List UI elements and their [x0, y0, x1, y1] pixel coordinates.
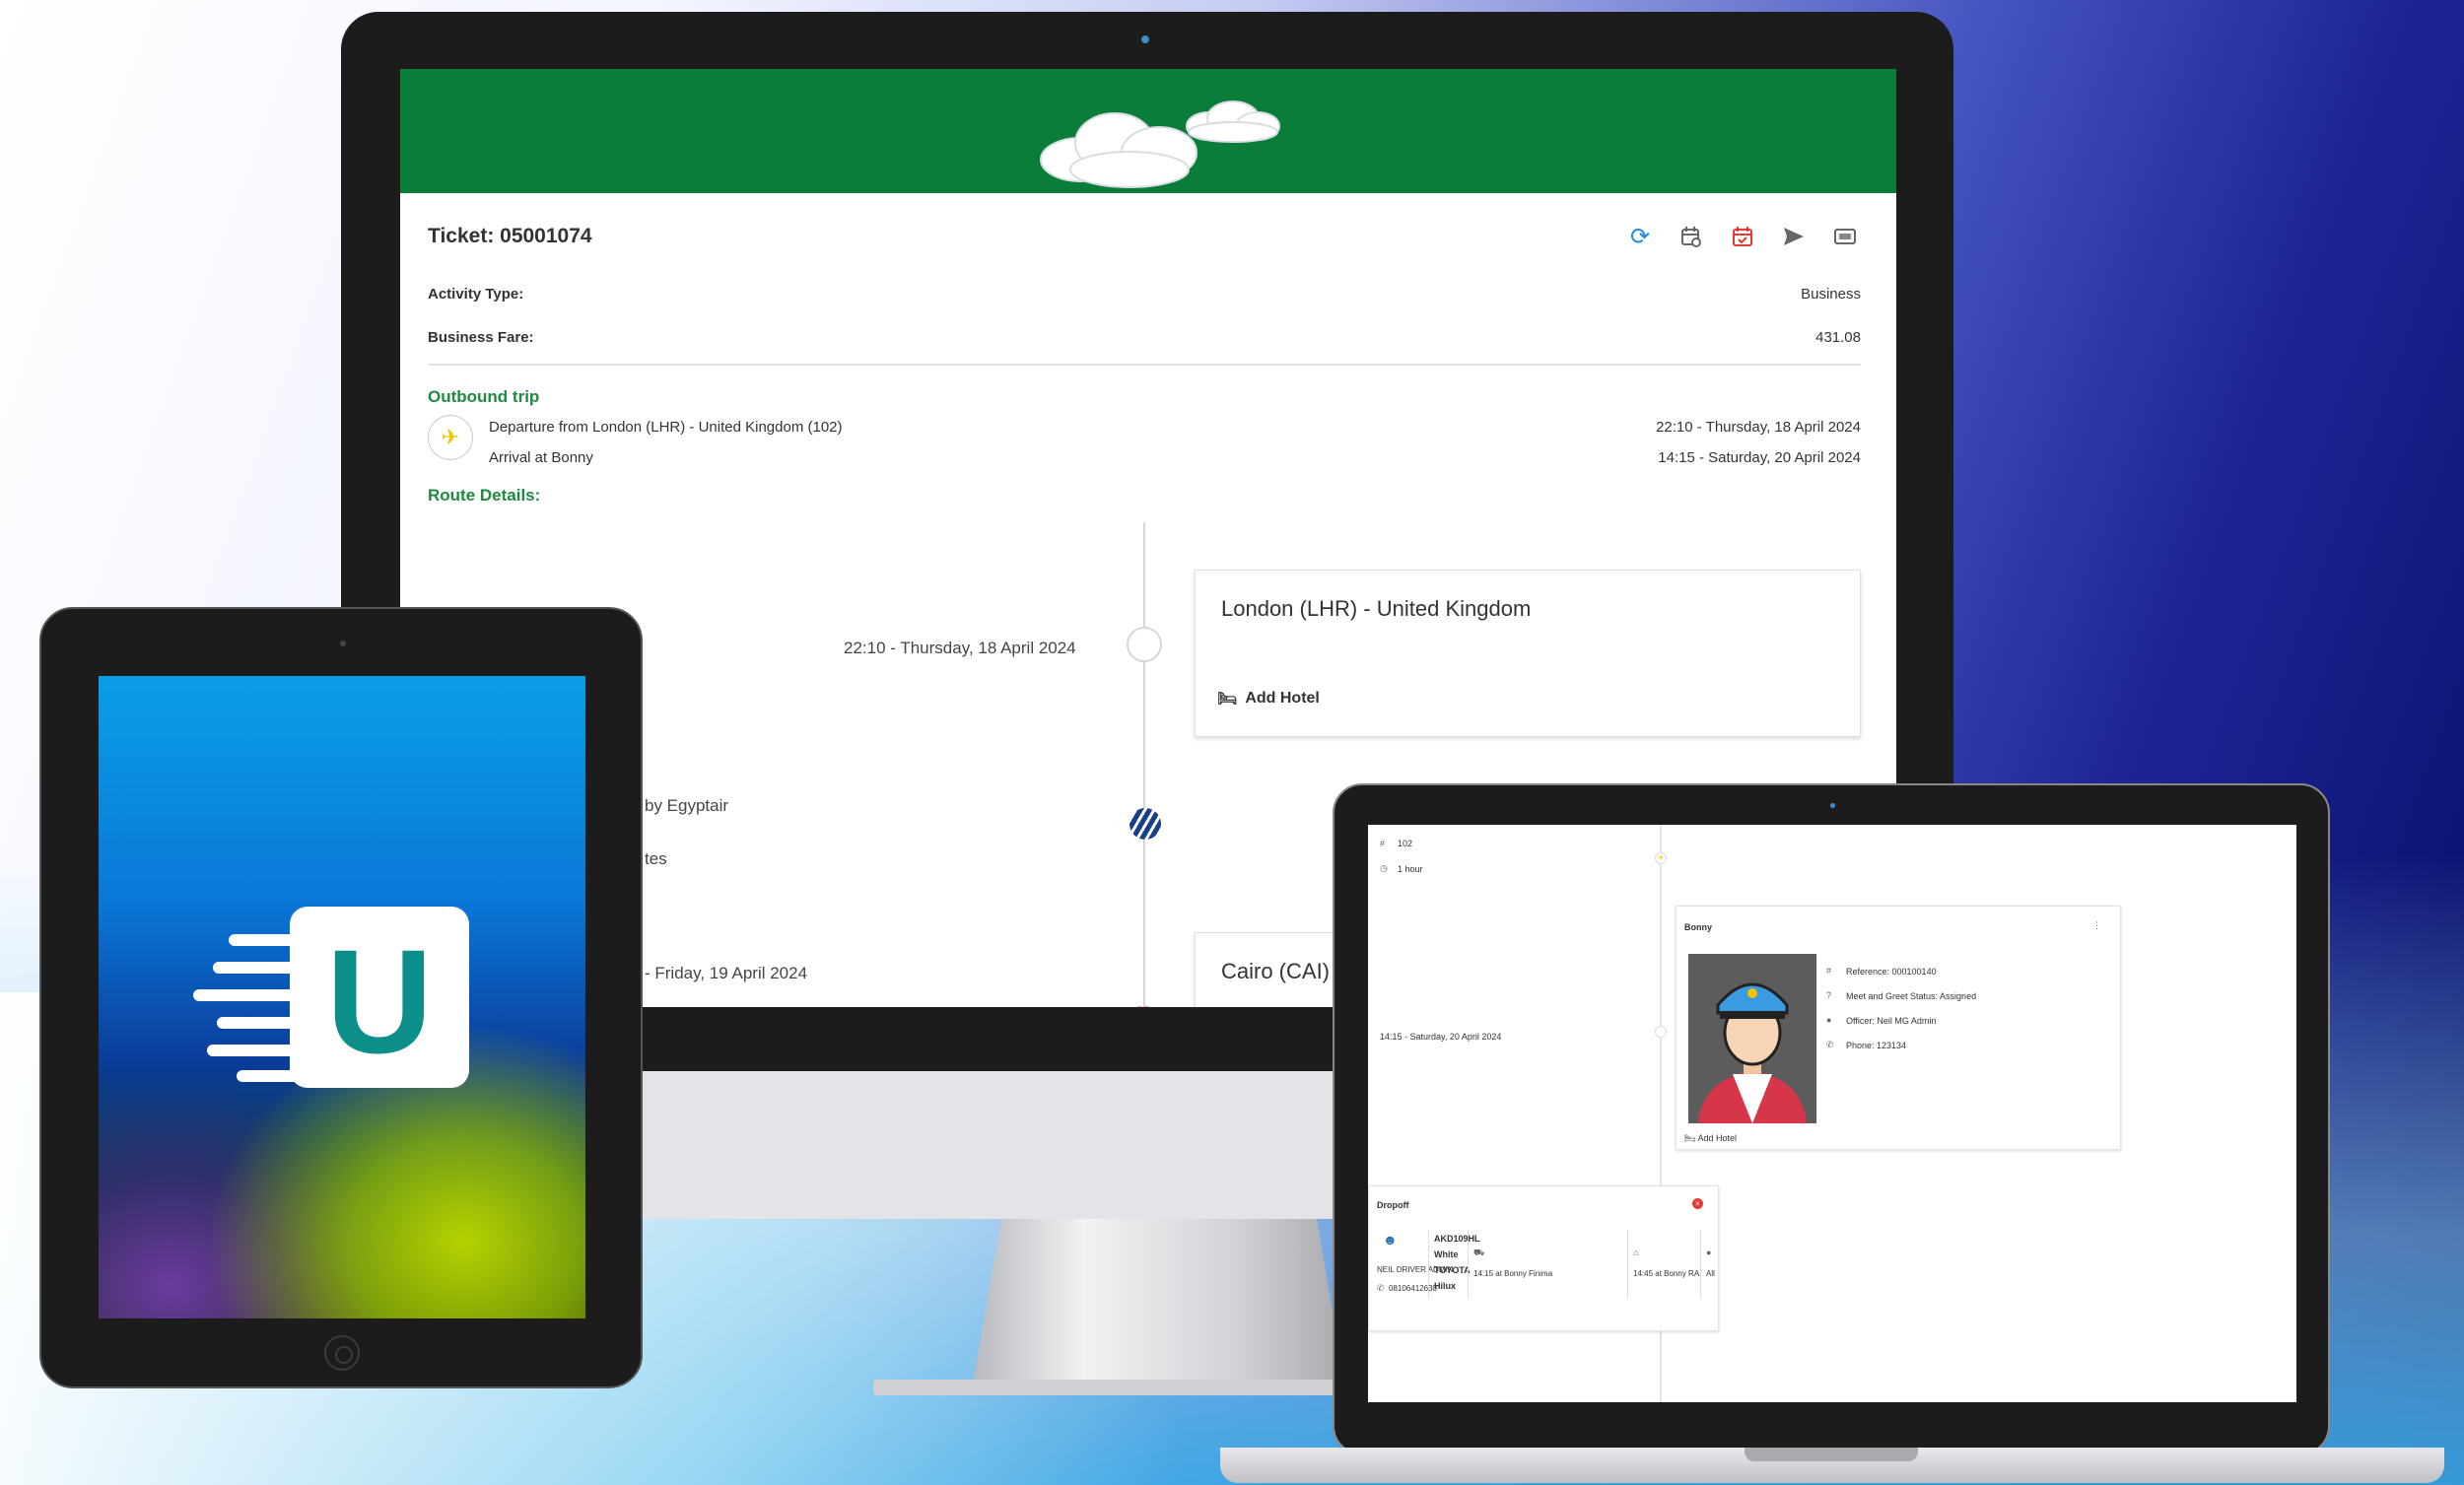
add-hotel-label: Add Hotel: [1697, 1133, 1737, 1143]
home-icon: ⌂: [1633, 1248, 1639, 1257]
timeline-dot: [1655, 1026, 1667, 1038]
tablet-device: U: [39, 607, 643, 1388]
activity-type-value: Business: [1801, 286, 1861, 303]
stop1-time: 22:10 - Thursday, 18 April 2024: [844, 639, 1076, 657]
flight-number: 102: [1398, 839, 1413, 848]
calendar-add-icon[interactable]: [1676, 221, 1707, 252]
add-hotel-button[interactable]: 🛏 Add Hotel: [1217, 689, 1320, 709]
departure-time: 22:10 - Thursday, 18 April 2024: [1656, 419, 1861, 436]
person-icon: ●: [1706, 1248, 1712, 1257]
tablet-camera: [340, 641, 346, 646]
separator: [1468, 1230, 1469, 1299]
timeline-line: [1143, 522, 1145, 1020]
separator: [1428, 1230, 1429, 1299]
home-button[interactable]: [324, 1335, 360, 1371]
monitor-stand: [972, 1217, 1346, 1389]
passengers: All: [1706, 1269, 1715, 1278]
airplane-icon: ✈: [1655, 852, 1667, 864]
send-icon[interactable]: [1778, 221, 1810, 252]
fare-value: 431.08: [1815, 329, 1861, 346]
outbound-heading: Outbound trip: [428, 387, 540, 406]
fare-label: Business Fare:: [428, 329, 534, 346]
pickup-time: 14:15 at Bonny Finima: [1473, 1269, 1553, 1278]
laptop-camera: [1830, 803, 1835, 808]
status: Meet and Greet Status: Assigned: [1846, 991, 1977, 1001]
pickup-car-icon: ⛟: [1473, 1248, 1485, 1257]
hash-icon: #: [1826, 966, 1832, 976]
airplane-icon: ✈: [428, 415, 473, 460]
arrival-time: 14:15 - Saturday, 20 April 2024: [1380, 1032, 1502, 1042]
outbound-trip: ✈ Departure from London (LHR) - United K…: [400, 411, 1896, 466]
stop1-title: London (LHR) - United Kingdom: [1221, 596, 1532, 621]
ticket-title: Ticket: 05001074: [428, 225, 592, 247]
card-title: Dropoff: [1377, 1200, 1409, 1210]
hash-icon: #: [1380, 839, 1386, 848]
drop-time: 14:45 at Bonny RA: [1633, 1269, 1700, 1278]
clock-icon: ◷: [1380, 863, 1388, 873]
activity-type-label: Activity Type:: [428, 286, 524, 303]
vehicle-plate: AKD109HL: [1434, 1234, 1480, 1244]
refresh-icon[interactable]: ⟳: [1624, 221, 1656, 252]
vehicle-model: Hilux: [1434, 1281, 1457, 1291]
ticket-actions: ⟳: [1624, 221, 1861, 252]
officer-phone: Phone: 123134: [1846, 1041, 1907, 1050]
bed-icon: 🛏: [1684, 1133, 1696, 1143]
tablet-screen: U: [99, 676, 585, 1318]
departure-text: Departure from London (LHR) - United Kin…: [489, 419, 843, 436]
laptop-notch: [1745, 1448, 1918, 1461]
route-heading: Route Details:: [428, 486, 541, 505]
stop2-time: - Friday, 19 April 2024: [645, 964, 808, 982]
add-hotel-label: Add Hotel: [1245, 690, 1320, 707]
header-banner: [400, 69, 1896, 193]
officer-avatar-icon: [1698, 982, 1807, 1123]
arrival-text: Arrival at Bonny: [489, 449, 593, 466]
card-title: Bonny: [1684, 922, 1712, 932]
add-hotel-button[interactable]: 🛏 Add Hotel: [1684, 1133, 1737, 1144]
phone-icon: ✆: [1377, 1283, 1385, 1293]
divider: [428, 364, 1861, 366]
question-icon: ?: [1826, 990, 1832, 1000]
ticket-icon[interactable]: [1829, 221, 1861, 252]
separator: [1700, 1230, 1701, 1299]
flight-duration: 1 hour: [1398, 864, 1423, 874]
calendar-check-icon[interactable]: [1727, 221, 1758, 252]
close-icon[interactable]: ×: [1692, 1198, 1703, 1209]
more-icon[interactable]: ⋮: [2092, 920, 2101, 931]
reference: Reference: 000100140: [1846, 967, 1937, 977]
stop-card-london: London (LHR) - United Kingdom 🛏 Add Hote…: [1195, 570, 1861, 737]
timeline-dot: [1127, 627, 1162, 662]
separator: [1627, 1230, 1628, 1299]
vehicle-color: White: [1434, 1249, 1459, 1259]
airline-logo-icon: [1129, 808, 1161, 840]
avatar: [1688, 954, 1816, 1123]
bed-icon: 🛏: [1217, 691, 1238, 708]
minutes-text: tes: [645, 849, 667, 868]
phone-icon: ✆: [1826, 1040, 1834, 1049]
driver-phone: 08106412630: [1389, 1284, 1437, 1293]
officer-name: Officer: Neil MG Admin: [1846, 1016, 1937, 1026]
airline-text: by Egyptair: [645, 796, 729, 815]
laptop-device: # 102 ◷ 1 hour 14:15 - Saturday, 20 Apri…: [1333, 783, 2330, 1455]
app-logo: U: [290, 907, 469, 1088]
vehicle-make: TOYOTA: [1434, 1265, 1471, 1275]
dropoff-card: Dropoff × ☻ NEIL DRIVER ADMIN ✆ 08106412…: [1368, 1185, 1719, 1331]
camera-dot: [1141, 35, 1149, 43]
meet-greet-card: Bonny ⋮ # Reference: 000100140 ? Meet an…: [1676, 906, 2121, 1150]
person-icon: ●: [1826, 1015, 1832, 1025]
arrival-time: 14:15 - Saturday, 20 April 2024: [1658, 449, 1861, 466]
driver-icon: ☻: [1383, 1232, 1398, 1248]
logo-letter: U: [325, 918, 434, 1084]
cloud-icon: [1040, 101, 1280, 188]
laptop-screen: # 102 ◷ 1 hour 14:15 - Saturday, 20 Apri…: [1368, 825, 2296, 1402]
